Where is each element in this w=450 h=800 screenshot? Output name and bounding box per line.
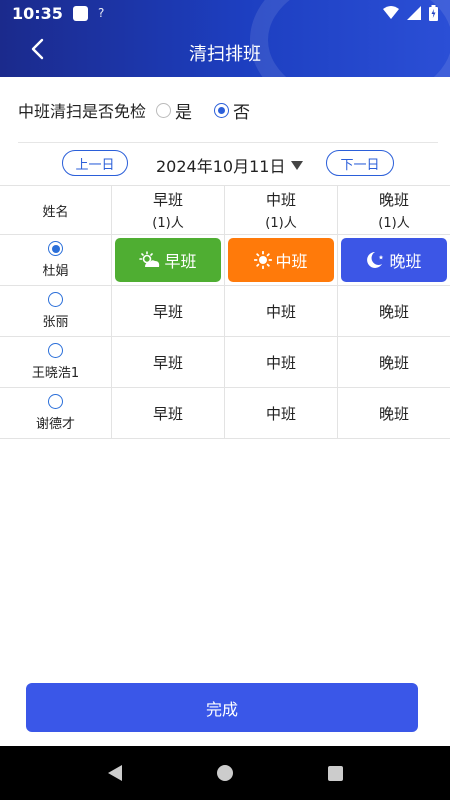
employee-name: 王晓浩1 <box>31 366 80 381</box>
moon-icon <box>366 251 386 269</box>
employee-name: 张丽 <box>42 315 69 330</box>
prev-day-button[interactable]: 上一日 <box>62 150 128 176</box>
shift-chip-label: 晚班 <box>389 252 422 271</box>
shift-header-label: 晚班 <box>378 191 409 209</box>
next-day-button[interactable]: 下一日 <box>326 150 394 176</box>
shift-cell-middle[interactable]: 中班 <box>225 337 338 387</box>
table-row: 张丽 早班 中班 晚班 <box>0 286 450 337</box>
shift-header-count: (1)人 <box>378 216 410 231</box>
status-time: 10:35 <box>12 3 63 23</box>
shift-header-morning: 早班 (1)人 <box>112 186 225 234</box>
exempt-label: 中班清扫是否免检 <box>18 102 147 121</box>
shift-cell-night[interactable]: 晚班 <box>338 337 450 387</box>
shift-chip-label: 中班 <box>275 252 308 271</box>
shift-cell-night[interactable]: 晚班 <box>338 286 450 336</box>
shift-header-label: 中班 <box>265 191 296 209</box>
employee-cell[interactable]: 王晓浩1 <box>0 337 112 387</box>
system-back-icon[interactable] <box>107 765 122 781</box>
shift-cell-night[interactable]: 晚班 <box>338 235 450 285</box>
employee-name: 谢德才 <box>35 417 75 432</box>
table-row: 杜娟 早班 中班 晚班 <box>0 235 450 286</box>
current-date: 2024年10月11日 <box>156 157 286 176</box>
shift-header-count: (1)人 <box>152 216 184 231</box>
table-row: 王晓浩1 早班 中班 晚班 <box>0 337 450 388</box>
exempt-row: 中班清扫是否免检 是 否 <box>0 92 450 128</box>
shift-cell-middle[interactable]: 中班 <box>225 388 338 438</box>
exempt-option-yes-label: 是 <box>175 102 193 123</box>
radio-unchecked-icon[interactable] <box>48 343 63 358</box>
radio-unchecked-icon[interactable] <box>156 102 172 118</box>
date-picker[interactable]: 2024年10月11日 <box>156 153 304 177</box>
shift-header-label: 早班 <box>152 191 183 209</box>
battery-icon <box>429 5 438 21</box>
shift-header-middle: 中班 (1)人 <box>225 186 338 234</box>
shift-cell-morning[interactable]: 早班 <box>112 286 225 336</box>
employee-name: 杜娟 <box>42 264 69 279</box>
shift-header-count: (1)人 <box>265 216 297 231</box>
exempt-option-no[interactable]: 否 <box>214 98 250 123</box>
sun-icon <box>254 251 273 269</box>
finish-button[interactable]: 完成 <box>26 683 418 732</box>
wifi-question-icon: ? <box>97 6 105 20</box>
employee-cell[interactable]: 谢德才 <box>0 388 112 438</box>
date-selector: 上一日 2024年10月11日 下一日 <box>0 148 450 182</box>
name-header-label: 姓名 <box>42 204 69 220</box>
exempt-option-no-label: 否 <box>233 102 251 123</box>
radio-unchecked-icon[interactable] <box>48 292 63 307</box>
partly-sunny-icon <box>139 251 161 269</box>
employee-cell[interactable]: 杜娟 <box>0 235 112 285</box>
system-home-icon[interactable] <box>216 765 233 781</box>
shift-cell-morning[interactable]: 早班 <box>112 235 225 285</box>
notification-icon <box>72 5 88 21</box>
status-bar: 10:35 ? <box>0 0 450 26</box>
table-row: 谢德才 早班 中班 晚班 <box>0 388 450 439</box>
shift-cell-night[interactable]: 晚班 <box>338 388 450 438</box>
system-nav-bar <box>0 746 450 800</box>
table-header-row: 姓名 早班 (1)人 中班 (1)人 晚班 (1)人 <box>0 185 450 235</box>
app-header: 10:35 ? 清扫排班 <box>0 0 450 77</box>
shift-cell-middle[interactable]: 中班 <box>225 235 338 285</box>
shift-chip-middle[interactable]: 中班 <box>228 238 334 282</box>
divider <box>18 142 438 143</box>
page-title: 清扫排班 <box>189 44 261 65</box>
shift-cell-morning[interactable]: 早班 <box>112 388 225 438</box>
shift-header-night: 晚班 (1)人 <box>338 186 450 234</box>
shift-cell-morning[interactable]: 早班 <box>112 337 225 387</box>
signal-icon <box>407 6 421 20</box>
employee-cell[interactable]: 张丽 <box>0 286 112 336</box>
schedule-table: 姓名 早班 (1)人 中班 (1)人 晚班 (1)人 杜娟 早班 中班 晚班 张… <box>0 185 450 439</box>
shift-chip-morning[interactable]: 早班 <box>115 238 221 282</box>
radio-unchecked-icon[interactable] <box>48 394 63 409</box>
caret-down-icon <box>291 160 304 170</box>
system-recents-icon[interactable] <box>327 765 343 781</box>
radio-checked-icon[interactable] <box>214 102 230 118</box>
exempt-option-yes[interactable]: 是 <box>156 98 192 123</box>
name-header: 姓名 <box>0 186 112 234</box>
shift-cell-middle[interactable]: 中班 <box>225 286 338 336</box>
wifi-icon <box>383 6 399 19</box>
shift-chip-label: 早班 <box>164 252 197 271</box>
shift-chip-night[interactable]: 晚班 <box>341 238 447 282</box>
radio-checked-icon[interactable] <box>48 241 63 256</box>
